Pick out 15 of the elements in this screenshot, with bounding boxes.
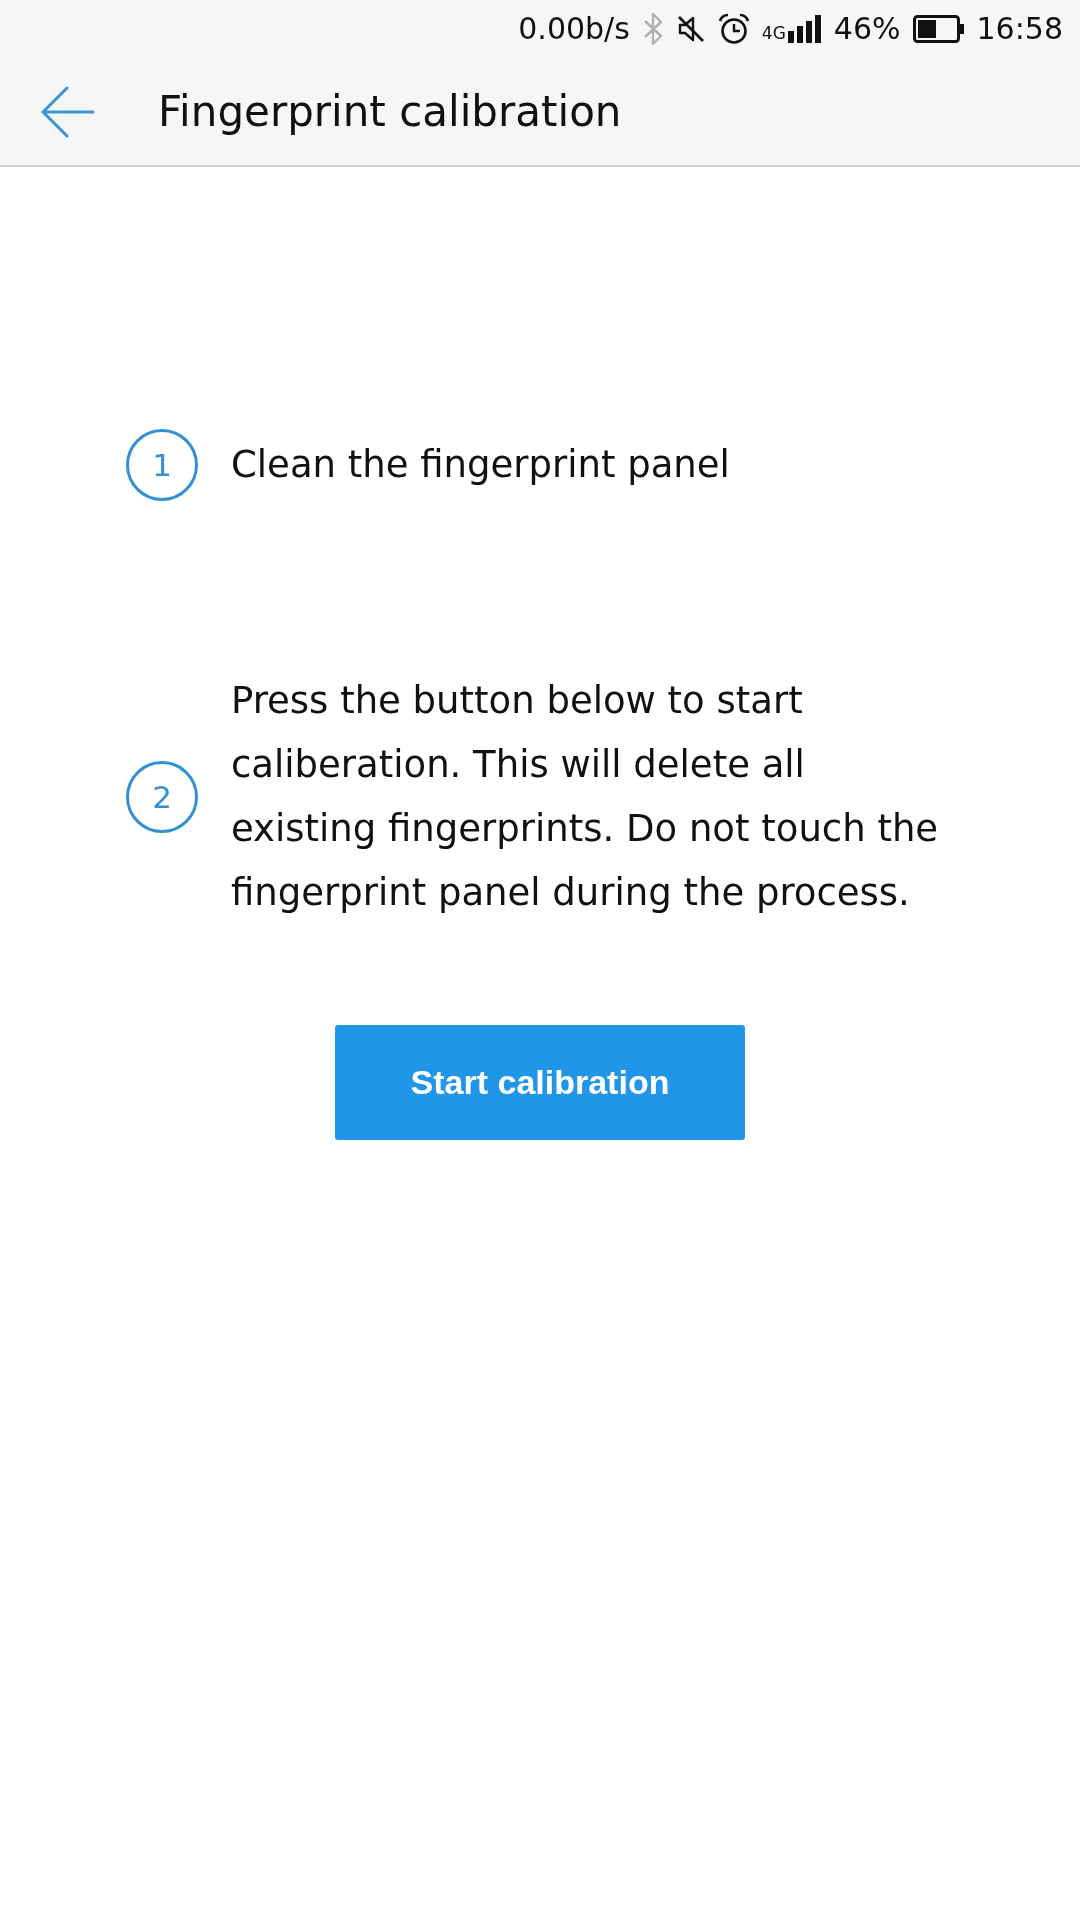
clock-time: 16:58 — [976, 11, 1063, 47]
start-calibration-button[interactable]: Start calibration — [335, 1025, 745, 1140]
battery-percent: 46% — [833, 11, 901, 47]
signal-bars-icon — [787, 15, 822, 43]
network-speed: 0.00b/s — [518, 11, 630, 47]
network-type: 4G — [761, 23, 786, 43]
step-number-circle: 2 — [126, 761, 198, 833]
screen-title: Fingerprint calibration — [158, 85, 622, 138]
step-instruction: Press the button below to start caliberation. This will delete all existing fingerprints. Do not touch the fingerprint panel during the process. — [231, 678, 940, 916]
alarm-clock-icon — [717, 13, 750, 45]
muted-speaker-icon — [675, 14, 706, 44]
step-number-circle: 1 — [126, 429, 198, 501]
back-arrow-icon — [41, 85, 95, 138]
step-instruction: Clean the fingerprint panel — [231, 442, 731, 488]
battery-icon — [912, 15, 965, 43]
